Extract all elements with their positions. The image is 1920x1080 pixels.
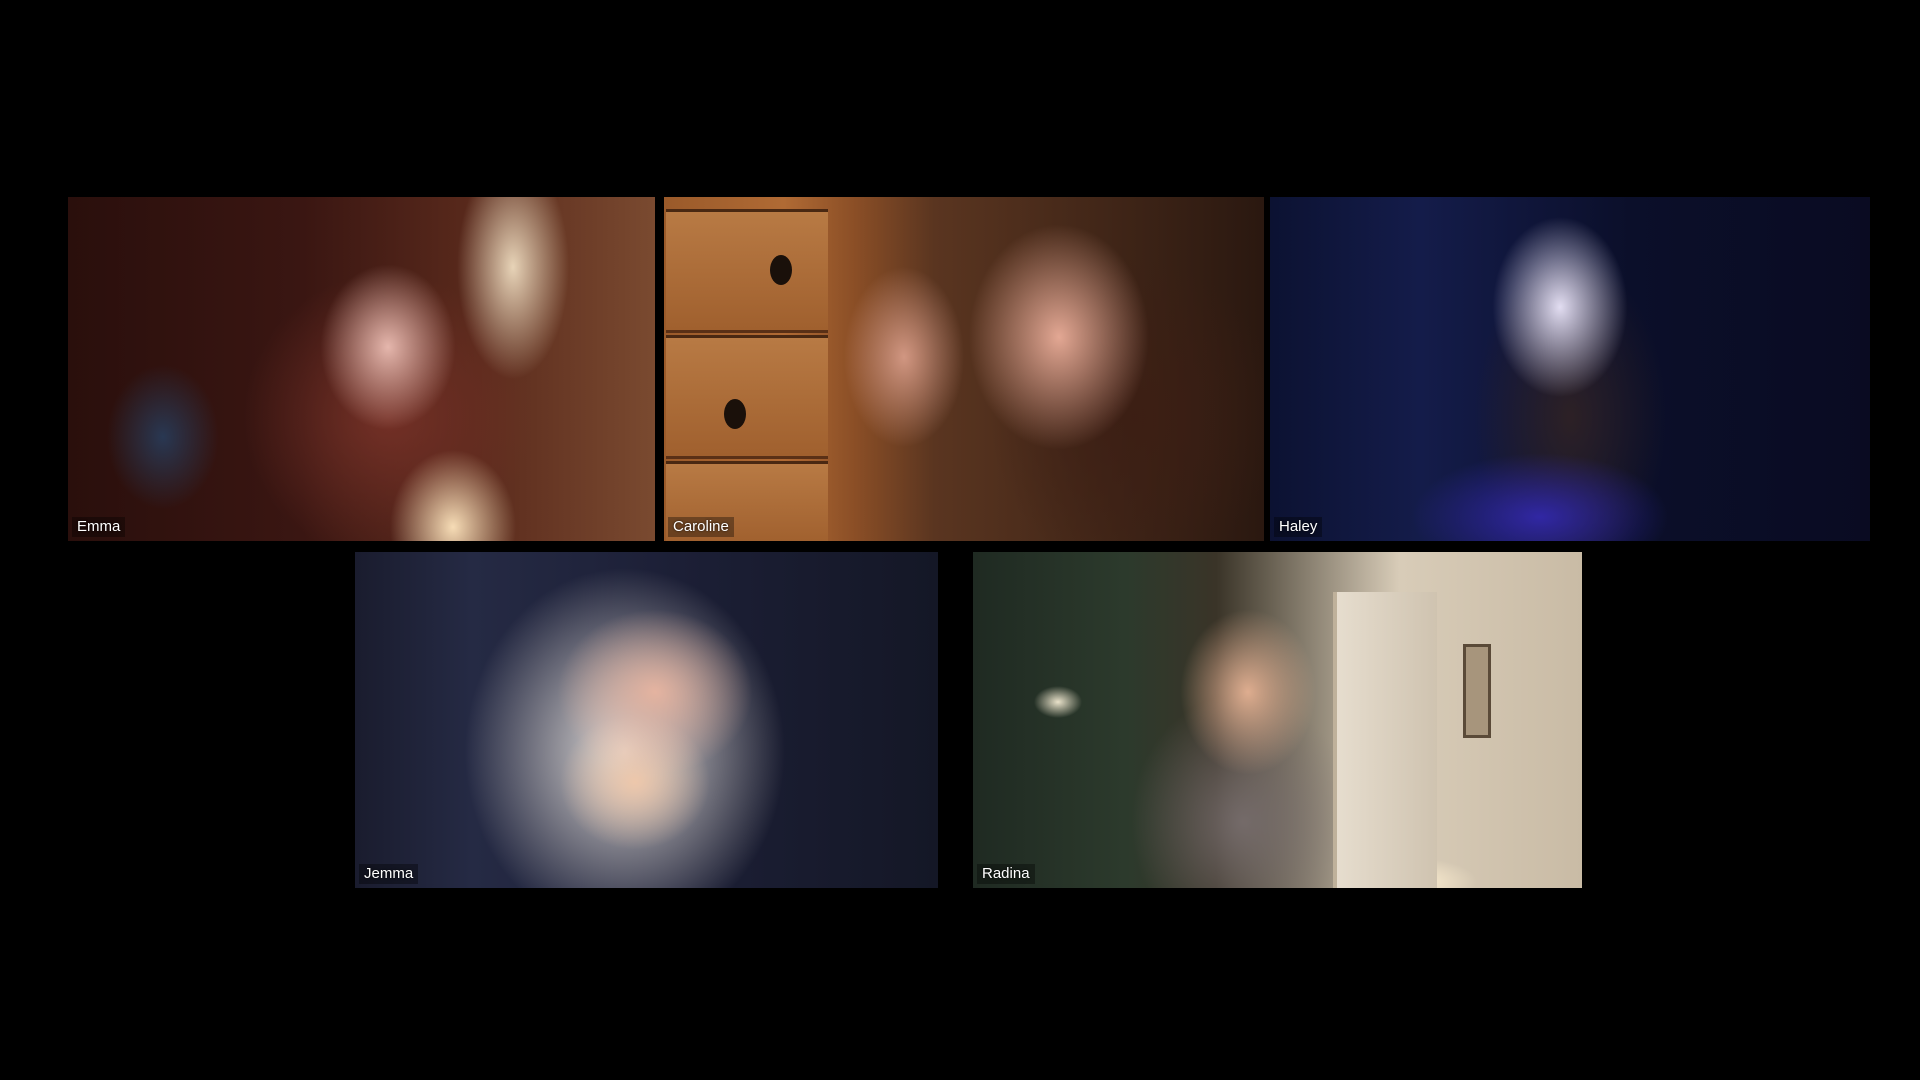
participant-tile-caroline[interactable]: Caroline — [664, 197, 1264, 541]
participant-name-label: Caroline — [668, 517, 734, 537]
participant-name-label: Radina — [977, 864, 1035, 884]
participant-tile-jemma[interactable]: Jemma — [355, 552, 938, 888]
participant-name-label: Jemma — [359, 864, 419, 884]
participant-video-emma — [68, 197, 655, 541]
dresser-drawer — [666, 209, 828, 333]
participant-tile-radina[interactable]: Radina — [973, 552, 1582, 888]
participant-name-label: Emma — [72, 517, 126, 537]
participant-name-label: Haley — [1274, 517, 1323, 537]
dresser-drawer — [666, 335, 828, 459]
video-call-grid: Emma Caroline Haley Jemma Radina — [0, 0, 1920, 1080]
participant-video-jemma — [355, 552, 938, 888]
participant-tile-haley[interactable]: Haley — [1270, 197, 1870, 541]
drawer-knob — [770, 255, 792, 285]
hallway-door — [1333, 592, 1437, 888]
participant-video-haley — [1270, 197, 1870, 541]
participant-tile-emma[interactable]: Emma — [68, 197, 655, 541]
drawer-knob — [724, 399, 746, 429]
participant-video-radina — [973, 552, 1582, 888]
wall-picture-frame — [1463, 644, 1491, 738]
participant-video-caroline — [664, 197, 1264, 541]
